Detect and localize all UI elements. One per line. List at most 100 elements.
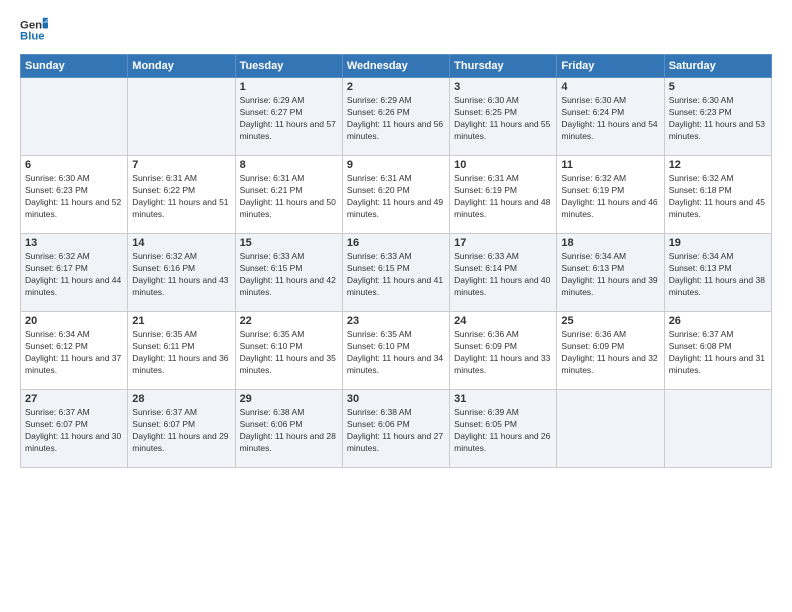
day-number: 22 [240, 315, 338, 327]
day-info: Sunrise: 6:31 AM Sunset: 6:20 PM Dayligh… [347, 173, 445, 221]
day-info: Sunrise: 6:39 AM Sunset: 6:05 PM Dayligh… [454, 407, 552, 455]
day-number: 14 [132, 237, 230, 249]
day-number: 21 [132, 315, 230, 327]
weekday-header: Sunday [21, 55, 128, 78]
day-info: Sunrise: 6:35 AM Sunset: 6:10 PM Dayligh… [347, 329, 445, 377]
calendar-cell: 8 Sunrise: 6:31 AM Sunset: 6:21 PM Daylig… [235, 156, 342, 234]
day-info: Sunrise: 6:33 AM Sunset: 6:14 PM Dayligh… [454, 251, 552, 299]
header-row: SundayMondayTuesdayWednesdayThursdayFrid… [21, 55, 772, 78]
day-info: Sunrise: 6:35 AM Sunset: 6:11 PM Dayligh… [132, 329, 230, 377]
calendar-week-row: 20 Sunrise: 6:34 AM Sunset: 6:12 PM Dayli… [21, 312, 772, 390]
calendar-cell: 1 Sunrise: 6:29 AM Sunset: 6:27 PM Daylig… [235, 78, 342, 156]
day-number: 1 [240, 81, 338, 93]
calendar-cell: 2 Sunrise: 6:29 AM Sunset: 6:26 PM Daylig… [342, 78, 449, 156]
calendar-cell: 26Sunrise: 6:37 AM Sunset: 6:08 PM Dayli… [664, 312, 771, 390]
calendar-cell: 5Sunrise: 6:30 AM Sunset: 6:23 PM Daylig… [664, 78, 771, 156]
calendar-cell: 3 Sunrise: 6:30 AM Sunset: 6:25 PM Daylig… [450, 78, 557, 156]
day-info: Sunrise: 6:30 AM Sunset: 6:25 PM Dayligh… [454, 95, 552, 143]
day-info: Sunrise: 6:35 AM Sunset: 6:10 PM Dayligh… [240, 329, 338, 377]
day-info: Sunrise: 6:32 AM Sunset: 6:16 PM Dayligh… [132, 251, 230, 299]
calendar-cell [128, 78, 235, 156]
day-info: Sunrise: 6:29 AM Sunset: 6:27 PM Dayligh… [240, 95, 338, 143]
day-info: Sunrise: 6:38 AM Sunset: 6:06 PM Dayligh… [347, 407, 445, 455]
day-number: 16 [347, 237, 445, 249]
day-info: Sunrise: 6:36 AM Sunset: 6:09 PM Dayligh… [561, 329, 659, 377]
day-number: 5 [669, 81, 767, 93]
day-info: Sunrise: 6:34 AM Sunset: 6:12 PM Dayligh… [25, 329, 123, 377]
calendar-cell: 31 Sunrise: 6:39 AM Sunset: 6:05 PM Dayli… [450, 390, 557, 468]
calendar-cell: 16 Sunrise: 6:33 AM Sunset: 6:15 PM Dayli… [342, 234, 449, 312]
calendar-body: 1 Sunrise: 6:29 AM Sunset: 6:27 PM Daylig… [21, 78, 772, 468]
day-info: Sunrise: 6:31 AM Sunset: 6:21 PM Dayligh… [240, 173, 338, 221]
day-info: Sunrise: 6:33 AM Sunset: 6:15 PM Dayligh… [347, 251, 445, 299]
day-number: 27 [25, 393, 123, 405]
calendar-cell: 6 Sunrise: 6:30 AM Sunset: 6:23 PM Daylig… [21, 156, 128, 234]
day-number: 25 [561, 315, 659, 327]
calendar-cell: 22 Sunrise: 6:35 AM Sunset: 6:10 PM Dayli… [235, 312, 342, 390]
day-number: 12 [669, 159, 767, 171]
day-number: 8 [240, 159, 338, 171]
calendar-cell: 28 Sunrise: 6:37 AM Sunset: 6:07 PM Dayli… [128, 390, 235, 468]
day-number: 29 [240, 393, 338, 405]
calendar-cell: 13Sunrise: 6:32 AM Sunset: 6:17 PM Dayli… [21, 234, 128, 312]
day-number: 6 [25, 159, 123, 171]
day-number: 17 [454, 237, 552, 249]
logo: General Blue [20, 16, 52, 44]
calendar-cell: 20 Sunrise: 6:34 AM Sunset: 6:12 PM Dayli… [21, 312, 128, 390]
weekday-header: Monday [128, 55, 235, 78]
day-info: Sunrise: 6:32 AM Sunset: 6:18 PM Dayligh… [669, 173, 767, 221]
calendar-cell [664, 390, 771, 468]
header: General Blue [20, 16, 772, 44]
day-number: 9 [347, 159, 445, 171]
page: General Blue SundayMondayTuesdayWednesda… [0, 0, 792, 612]
day-info: Sunrise: 6:34 AM Sunset: 6:13 PM Dayligh… [669, 251, 767, 299]
day-number: 7 [132, 159, 230, 171]
calendar-cell: 10 Sunrise: 6:31 AM Sunset: 6:19 PM Dayli… [450, 156, 557, 234]
day-number: 31 [454, 393, 552, 405]
calendar-cell: 18Sunrise: 6:34 AM Sunset: 6:13 PM Dayli… [557, 234, 664, 312]
weekday-header: Thursday [450, 55, 557, 78]
weekday-header: Friday [557, 55, 664, 78]
day-number: 26 [669, 315, 767, 327]
calendar-week-row: 27 Sunrise: 6:37 AM Sunset: 6:07 PM Dayli… [21, 390, 772, 468]
calendar-cell: 9 Sunrise: 6:31 AM Sunset: 6:20 PM Daylig… [342, 156, 449, 234]
day-info: Sunrise: 6:31 AM Sunset: 6:22 PM Dayligh… [132, 173, 230, 221]
calendar-cell: 25 Sunrise: 6:36 AM Sunset: 6:09 PM Dayli… [557, 312, 664, 390]
day-number: 11 [561, 159, 659, 171]
day-number: 15 [240, 237, 338, 249]
calendar-week-row: 6 Sunrise: 6:30 AM Sunset: 6:23 PM Daylig… [21, 156, 772, 234]
calendar-week-row: 13Sunrise: 6:32 AM Sunset: 6:17 PM Dayli… [21, 234, 772, 312]
day-info: Sunrise: 6:29 AM Sunset: 6:26 PM Dayligh… [347, 95, 445, 143]
day-number: 19 [669, 237, 767, 249]
day-info: Sunrise: 6:30 AM Sunset: 6:23 PM Dayligh… [25, 173, 123, 221]
day-info: Sunrise: 6:36 AM Sunset: 6:09 PM Dayligh… [454, 329, 552, 377]
day-info: Sunrise: 6:37 AM Sunset: 6:07 PM Dayligh… [132, 407, 230, 455]
day-number: 13 [25, 237, 123, 249]
weekday-header: Saturday [664, 55, 771, 78]
day-number: 3 [454, 81, 552, 93]
day-number: 23 [347, 315, 445, 327]
calendar-cell: 4Sunrise: 6:30 AM Sunset: 6:24 PM Daylig… [557, 78, 664, 156]
day-number: 20 [25, 315, 123, 327]
day-number: 10 [454, 159, 552, 171]
calendar-cell: 17 Sunrise: 6:33 AM Sunset: 6:14 PM Dayli… [450, 234, 557, 312]
calendar-cell: 23 Sunrise: 6:35 AM Sunset: 6:10 PM Dayli… [342, 312, 449, 390]
svg-text:Blue: Blue [20, 31, 45, 43]
day-number: 30 [347, 393, 445, 405]
calendar-week-row: 1 Sunrise: 6:29 AM Sunset: 6:27 PM Daylig… [21, 78, 772, 156]
day-number: 28 [132, 393, 230, 405]
day-number: 4 [561, 81, 659, 93]
calendar-header: SundayMondayTuesdayWednesdayThursdayFrid… [21, 55, 772, 78]
calendar-cell: 19 Sunrise: 6:34 AM Sunset: 6:13 PM Dayli… [664, 234, 771, 312]
logo-icon: General Blue [20, 16, 48, 44]
day-info: Sunrise: 6:31 AM Sunset: 6:19 PM Dayligh… [454, 173, 552, 221]
day-number: 2 [347, 81, 445, 93]
calendar-cell: 29 Sunrise: 6:38 AM Sunset: 6:06 PM Dayli… [235, 390, 342, 468]
day-number: 18 [561, 237, 659, 249]
calendar-cell: 15Sunrise: 6:33 AM Sunset: 6:15 PM Dayli… [235, 234, 342, 312]
calendar-cell: 11Sunrise: 6:32 AM Sunset: 6:19 PM Dayli… [557, 156, 664, 234]
calendar-cell: 24 Sunrise: 6:36 AM Sunset: 6:09 PM Dayli… [450, 312, 557, 390]
day-number: 24 [454, 315, 552, 327]
day-info: Sunrise: 6:38 AM Sunset: 6:06 PM Dayligh… [240, 407, 338, 455]
calendar-table: SundayMondayTuesdayWednesdayThursdayFrid… [20, 54, 772, 468]
